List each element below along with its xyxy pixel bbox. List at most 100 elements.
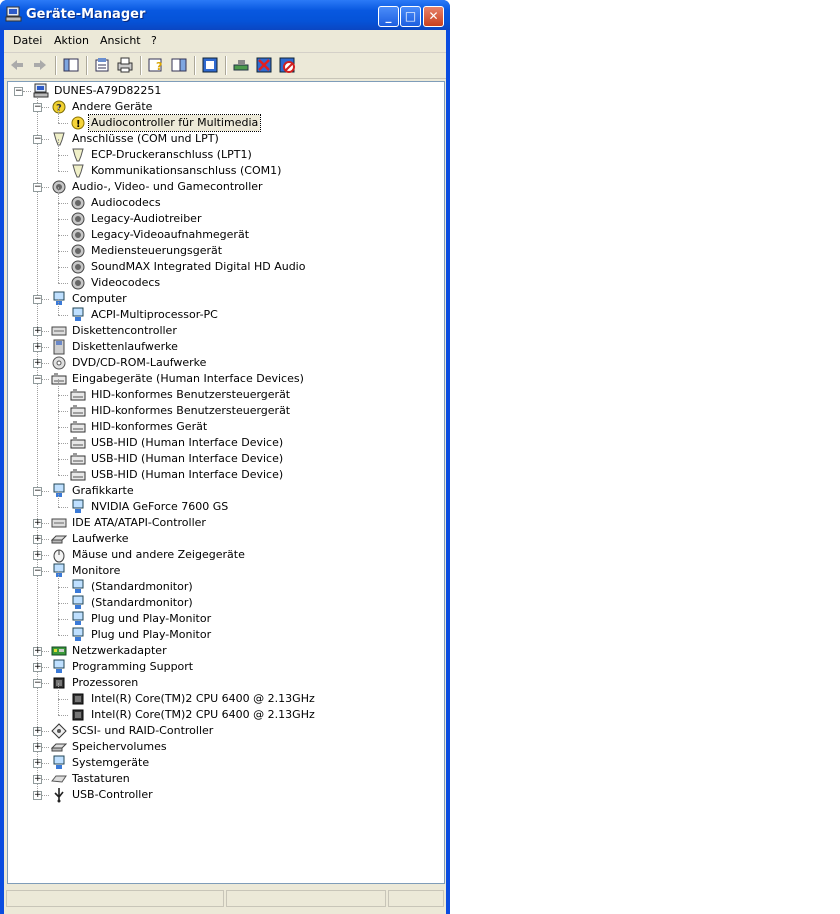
expand-toggle[interactable]: + bbox=[33, 647, 42, 656]
scan-hardware-icon[interactable] bbox=[232, 56, 250, 74]
expand-toggle[interactable]: − bbox=[14, 87, 23, 96]
tree-category[interactable]: Audio-, Video- und Gamecontroller bbox=[51, 179, 265, 195]
maximize-button[interactable]: □ bbox=[400, 6, 421, 27]
expand-toggle[interactable]: + bbox=[33, 343, 42, 352]
tree-connector bbox=[58, 427, 59, 443]
tree-category[interactable]: Programming Support bbox=[51, 659, 195, 675]
expand-toggle[interactable]: − bbox=[33, 679, 42, 688]
expand-toggle[interactable]: + bbox=[33, 663, 42, 672]
tree-device[interactable]: Kommunikationsanschluss (COM1) bbox=[70, 163, 283, 179]
tree-device[interactable]: USB-HID (Human Interface Device) bbox=[70, 467, 285, 483]
tree-connector bbox=[42, 667, 49, 668]
tree-device[interactable]: USB-HID (Human Interface Device) bbox=[70, 451, 285, 467]
expand-toggle[interactable]: − bbox=[33, 135, 42, 144]
tree-device[interactable]: USB-HID (Human Interface Device) bbox=[70, 435, 285, 451]
tree-device[interactable]: Legacy-Audiotreiber bbox=[70, 211, 203, 227]
tree-device[interactable]: Legacy-Videoaufnahmegerät bbox=[70, 227, 251, 243]
tree-category[interactable]: Tastaturen bbox=[51, 771, 132, 787]
print-icon[interactable] bbox=[116, 56, 134, 74]
tree-device[interactable]: Intel(R) Core(TM)2 CPU 6400 @ 2.13GHz bbox=[70, 707, 317, 723]
back-icon[interactable] bbox=[8, 56, 26, 74]
tree-device[interactable]: Plug und Play-Monitor bbox=[70, 627, 213, 643]
device-tree[interactable]: DUNES-A79D82251 − ? Andere Geräte −! Audioc… bbox=[7, 81, 445, 884]
expand-toggle[interactable]: + bbox=[33, 775, 42, 784]
expand-toggle[interactable]: − bbox=[33, 375, 42, 384]
tree-device[interactable]: HID-konformes Gerät bbox=[70, 419, 209, 435]
expand-toggle[interactable]: − bbox=[33, 183, 42, 192]
tree-label: DVD/CD-ROM-Laufwerke bbox=[72, 356, 207, 369]
tree-device[interactable]: (Standardmonitor) bbox=[70, 579, 195, 595]
tree-device[interactable]: Plug und Play-Monitor bbox=[70, 611, 213, 627]
tree-category[interactable]: Netzwerkadapter bbox=[51, 643, 169, 659]
tree-connector bbox=[58, 459, 59, 475]
tree-category[interactable]: Speichervolumes bbox=[51, 739, 169, 755]
tree-category[interactable]: Computer bbox=[51, 291, 129, 307]
tree-root[interactable]: DUNES-A79D82251 bbox=[33, 83, 163, 99]
tree-category[interactable]: SCSI- und RAID-Controller bbox=[51, 723, 215, 739]
tree-category[interactable]: ? Andere Geräte bbox=[51, 99, 154, 115]
menu-datei[interactable]: Datei bbox=[13, 34, 42, 47]
tree-category[interactable]: Diskettenlaufwerke bbox=[51, 339, 180, 355]
up-icon[interactable] bbox=[62, 56, 80, 74]
tree-device[interactable]: HID-konformes Benutzersteuergerät bbox=[70, 387, 292, 403]
expand-toggle[interactable]: + bbox=[33, 551, 42, 560]
disable-icon[interactable] bbox=[278, 56, 296, 74]
expand-toggle[interactable]: + bbox=[33, 519, 42, 528]
tree-connector bbox=[58, 219, 68, 220]
tree-category[interactable]: Anschlüsse (COM und LPT) bbox=[51, 131, 221, 147]
menu-help[interactable]: ? bbox=[151, 34, 157, 47]
tree-label: Intel(R) Core(TM)2 CPU 6400 @ 2.13GHz bbox=[91, 708, 315, 721]
update-driver-icon[interactable] bbox=[201, 56, 219, 74]
tree-device[interactable]: (Standardmonitor) bbox=[70, 595, 195, 611]
expand-toggle[interactable]: + bbox=[33, 791, 42, 800]
expand-toggle[interactable]: + bbox=[33, 359, 42, 368]
expand-toggle[interactable]: + bbox=[33, 327, 42, 336]
expand-toggle[interactable]: + bbox=[33, 743, 42, 752]
uninstall-icon[interactable] bbox=[255, 56, 273, 74]
tree-category[interactable]: USB-Controller bbox=[51, 787, 155, 803]
expand-toggle[interactable]: − bbox=[33, 567, 42, 576]
expand-toggle[interactable]: + bbox=[33, 727, 42, 736]
tree-device[interactable]: HID-konformes Benutzersteuergerät bbox=[70, 403, 292, 419]
tree-category[interactable]: Monitore bbox=[51, 563, 122, 579]
tree-category[interactable]: Eingabegeräte (Human Interface Devices) bbox=[51, 371, 306, 387]
tree-category[interactable]: Prozessoren bbox=[51, 675, 140, 691]
menu-ansicht[interactable]: Ansicht bbox=[100, 34, 141, 47]
tree-connector bbox=[58, 283, 68, 284]
title-bar[interactable]: Geräte-Manager _ □ ✕ bbox=[0, 0, 450, 30]
expand-toggle[interactable]: − bbox=[33, 487, 42, 496]
close-button[interactable]: ✕ bbox=[423, 6, 444, 27]
tree-category[interactable]: Laufwerke bbox=[51, 531, 131, 547]
tree-category[interactable]: DVD/CD-ROM-Laufwerke bbox=[51, 355, 208, 371]
tree-device[interactable]: Audiocodecs bbox=[70, 195, 163, 211]
tree-device[interactable]: SoundMAX Integrated Digital HD Audio bbox=[70, 259, 307, 275]
tree-connector bbox=[58, 491, 59, 507]
tree-device[interactable]: Mediensteuerungsgerät bbox=[70, 243, 224, 259]
tree-category[interactable]: Diskettencontroller bbox=[51, 323, 179, 339]
show-hide-tree-icon[interactable] bbox=[170, 56, 188, 74]
tree-category[interactable]: IDE ATA/ATAPI-Controller bbox=[51, 515, 208, 531]
minimize-button[interactable]: _ bbox=[378, 6, 399, 27]
tree-category[interactable]: Mäuse und andere Zeigegeräte bbox=[51, 547, 247, 563]
tree-connector bbox=[58, 379, 59, 395]
tree-device[interactable]: NVIDIA GeForce 7600 GS bbox=[70, 499, 230, 515]
tree-connector bbox=[58, 299, 59, 315]
toolbar-separator bbox=[194, 56, 196, 75]
expand-toggle[interactable]: + bbox=[33, 759, 42, 768]
toolbar: ? bbox=[4, 53, 446, 79]
tree-device[interactable]: Intel(R) Core(TM)2 CPU 6400 @ 2.13GHz bbox=[70, 691, 317, 707]
expand-toggle[interactable]: + bbox=[33, 535, 42, 544]
tree-category[interactable]: Systemgeräte bbox=[51, 755, 151, 771]
expand-toggle[interactable]: − bbox=[33, 103, 42, 112]
tree-device[interactable]: Videocodecs bbox=[70, 275, 162, 291]
tree-device[interactable]: ! Audiocontroller für Multimedia bbox=[70, 114, 262, 132]
tree-category[interactable]: Grafikkarte bbox=[51, 483, 136, 499]
forward-icon[interactable] bbox=[31, 56, 49, 74]
chip-icon bbox=[72, 709, 84, 721]
properties-icon[interactable] bbox=[93, 56, 111, 74]
tree-device[interactable]: ACPI-Multiprocessor-PC bbox=[70, 307, 220, 323]
expand-toggle[interactable]: − bbox=[33, 295, 42, 304]
tree-device[interactable]: ECP-Druckeranschluss (LPT1) bbox=[70, 147, 254, 163]
menu-aktion[interactable]: Aktion bbox=[54, 34, 89, 47]
help-icon[interactable]: ? bbox=[147, 56, 165, 74]
